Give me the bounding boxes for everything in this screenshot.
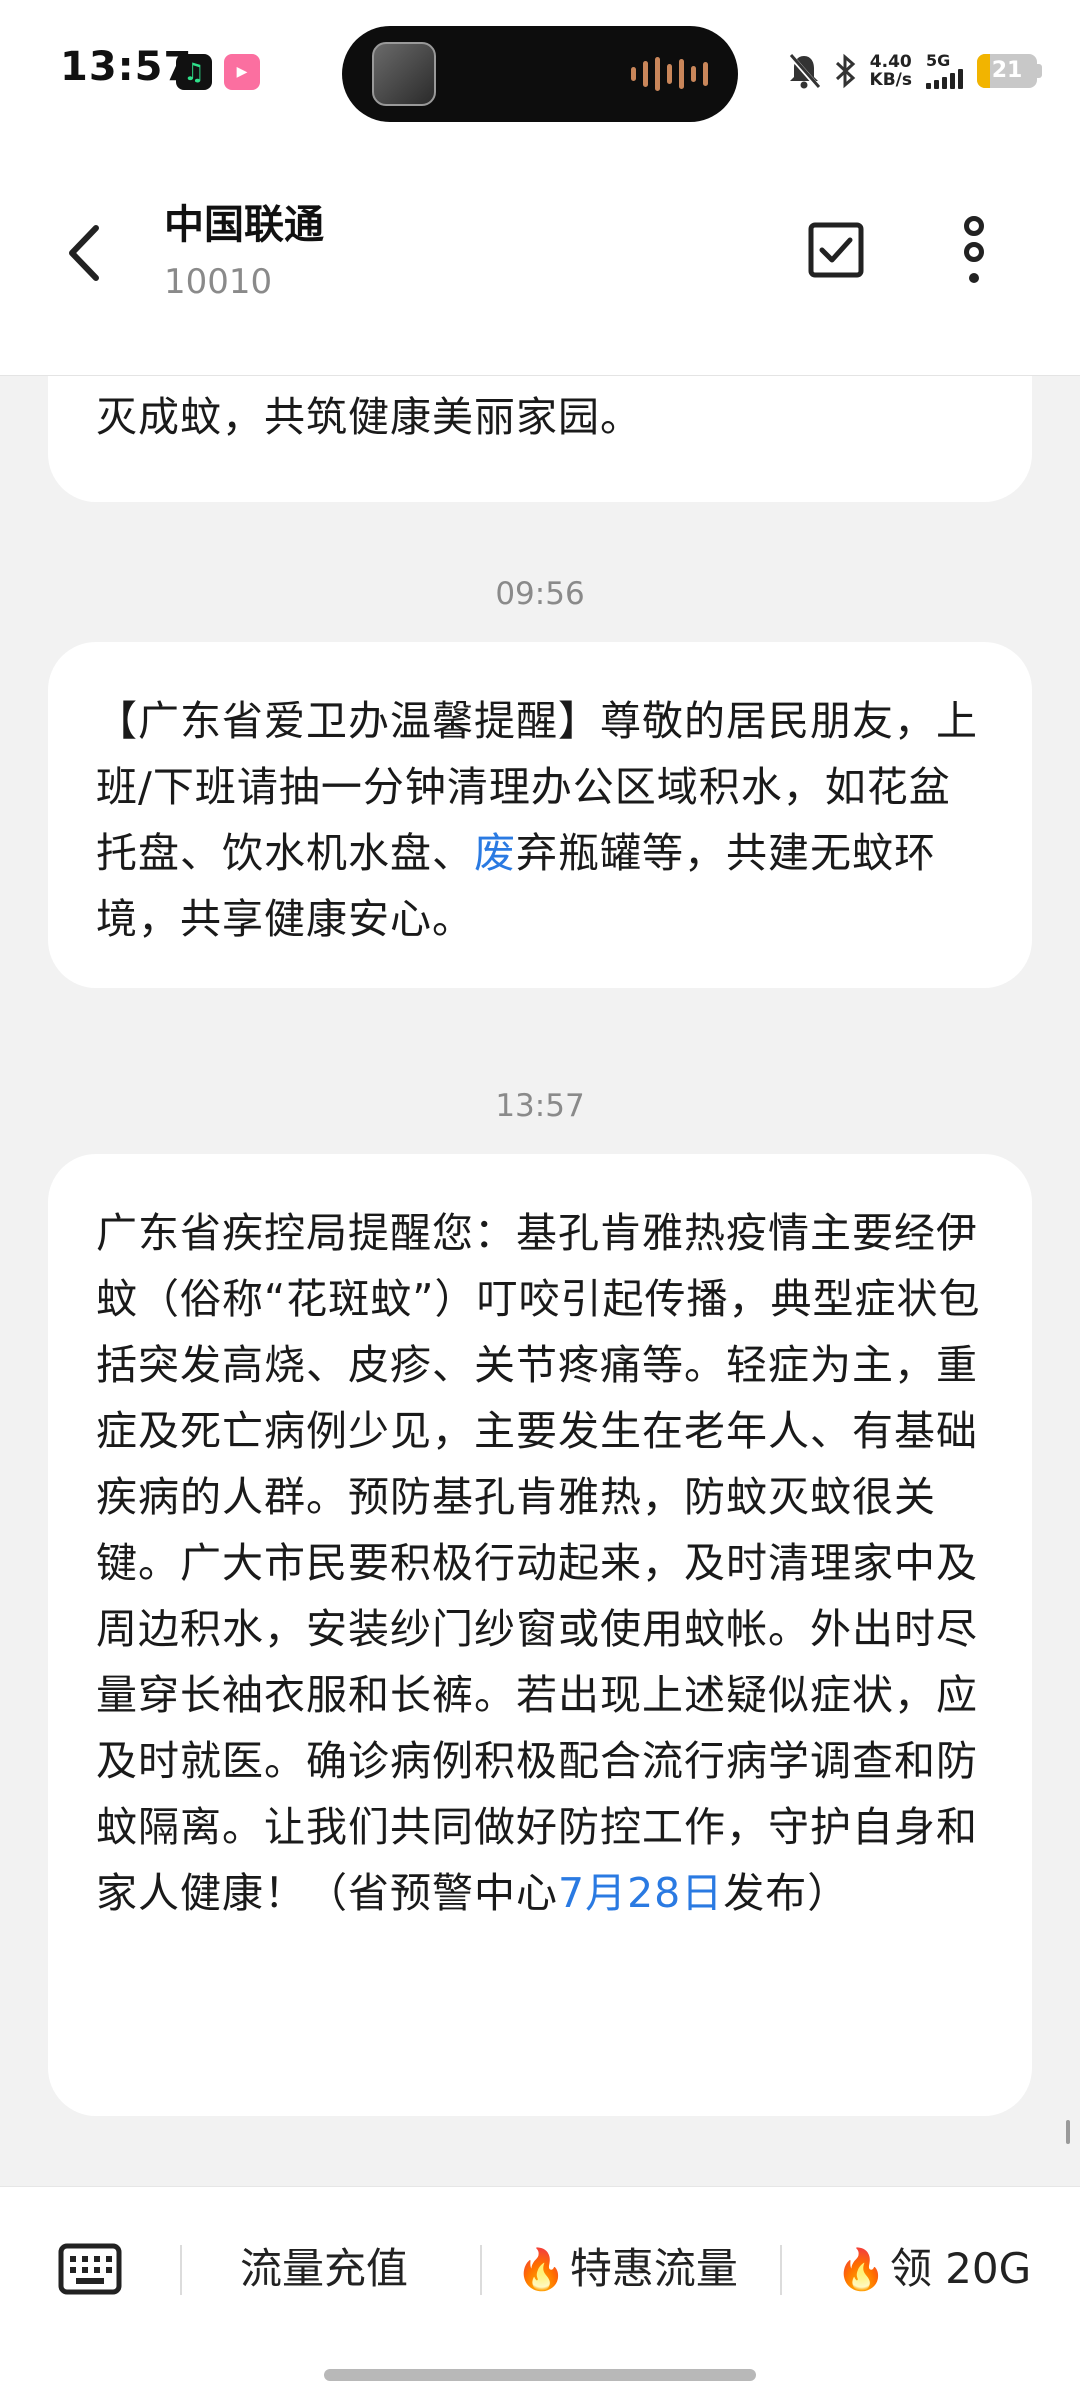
message-list[interactable]: 灭成蚊，共筑健康美丽家园。 09:56 【广东省爱卫办温馨提醒】尊敬的居民朋友，… xyxy=(0,376,1080,2186)
dynamic-island[interactable] xyxy=(342,26,738,122)
back-arrow-icon[interactable] xyxy=(56,218,116,288)
menu-item-special-data[interactable]: 🔥特惠流量 xyxy=(516,2237,738,2301)
bilibili-icon: ▶ xyxy=(224,54,260,90)
fire-icon: 🔥 xyxy=(516,2247,566,2293)
menu-item-data-recharge[interactable]: 流量充值 xyxy=(240,2237,408,2301)
mute-icon xyxy=(787,53,820,89)
audio-wave-icon xyxy=(631,56,708,92)
app-music-icon: ♫ xyxy=(176,54,212,90)
status-bar: 13:57 ♫ ▶ 4.40 KB/s 5G 21 xyxy=(0,0,1080,140)
home-indicator[interactable] xyxy=(324,2369,756,2381)
battery-icon: 21 xyxy=(977,54,1042,88)
conversation-header: 中国联通 10010 xyxy=(0,140,1080,376)
message-bubble[interactable]: 广东省疾控局提醒您：基孔肯雅热疫情主要经伊蚊（俗称“花斑蚊”）叮咬引起传播，典型… xyxy=(48,1154,1032,2116)
network-type: 5G xyxy=(926,51,951,70)
quick-menu-bar: 流量充值 🔥特惠流量 🔥领 20G xyxy=(0,2186,1080,2400)
menu-divider xyxy=(780,2245,782,2295)
menu-divider xyxy=(180,2245,182,2295)
bluetooth-icon xyxy=(835,53,855,89)
contact-name: 中国联通 xyxy=(164,202,324,248)
message-text: 广东省疾控局提醒您：基孔肯雅热疫情主要经伊蚊（俗称“花斑蚊”）叮咬引起传播，典型… xyxy=(96,1209,981,1917)
status-icons: 4.40 KB/s 5G 21 xyxy=(787,46,1042,96)
message-text: 【广东省爱卫办温馨提醒】尊敬的居民朋友，上班/下班请抽一分钟清理办公区域积水，如… xyxy=(96,697,978,943)
message-bubble[interactable]: 灭成蚊，共筑健康美丽家园。 xyxy=(48,376,1032,502)
message-date-link[interactable]: 7月28日 xyxy=(558,1869,723,1917)
menu-item-claim-20g[interactable]: 🔥领 20G xyxy=(836,2237,1031,2301)
signal-icon xyxy=(926,69,963,89)
message-bubble[interactable]: 【广东省爱卫办温馨提醒】尊敬的居民朋友，上班/下班请抽一分钟清理办公区域积水，如… xyxy=(48,642,1032,988)
message-link[interactable]: 废 xyxy=(474,829,516,877)
message-text: 灭成蚊，共筑健康美丽家园。 xyxy=(96,393,642,441)
menu-divider xyxy=(480,2245,482,2295)
message-timestamp: 13:57 xyxy=(495,1088,585,1124)
contact-number: 10010 xyxy=(164,262,273,302)
media-thumbnail xyxy=(372,42,436,106)
net-speed: 4.40 KB/s xyxy=(869,52,912,90)
message-timestamp: 09:56 xyxy=(495,576,585,612)
more-options-icon[interactable] xyxy=(956,216,992,286)
select-checkbox-icon[interactable] xyxy=(806,220,866,280)
status-time: 13:57 xyxy=(60,44,193,90)
scrollbar[interactable] xyxy=(1066,2120,1070,2144)
keyboard-icon[interactable] xyxy=(58,2243,122,2295)
battery-level: 21 xyxy=(991,58,1023,83)
fire-icon: 🔥 xyxy=(836,2247,886,2293)
